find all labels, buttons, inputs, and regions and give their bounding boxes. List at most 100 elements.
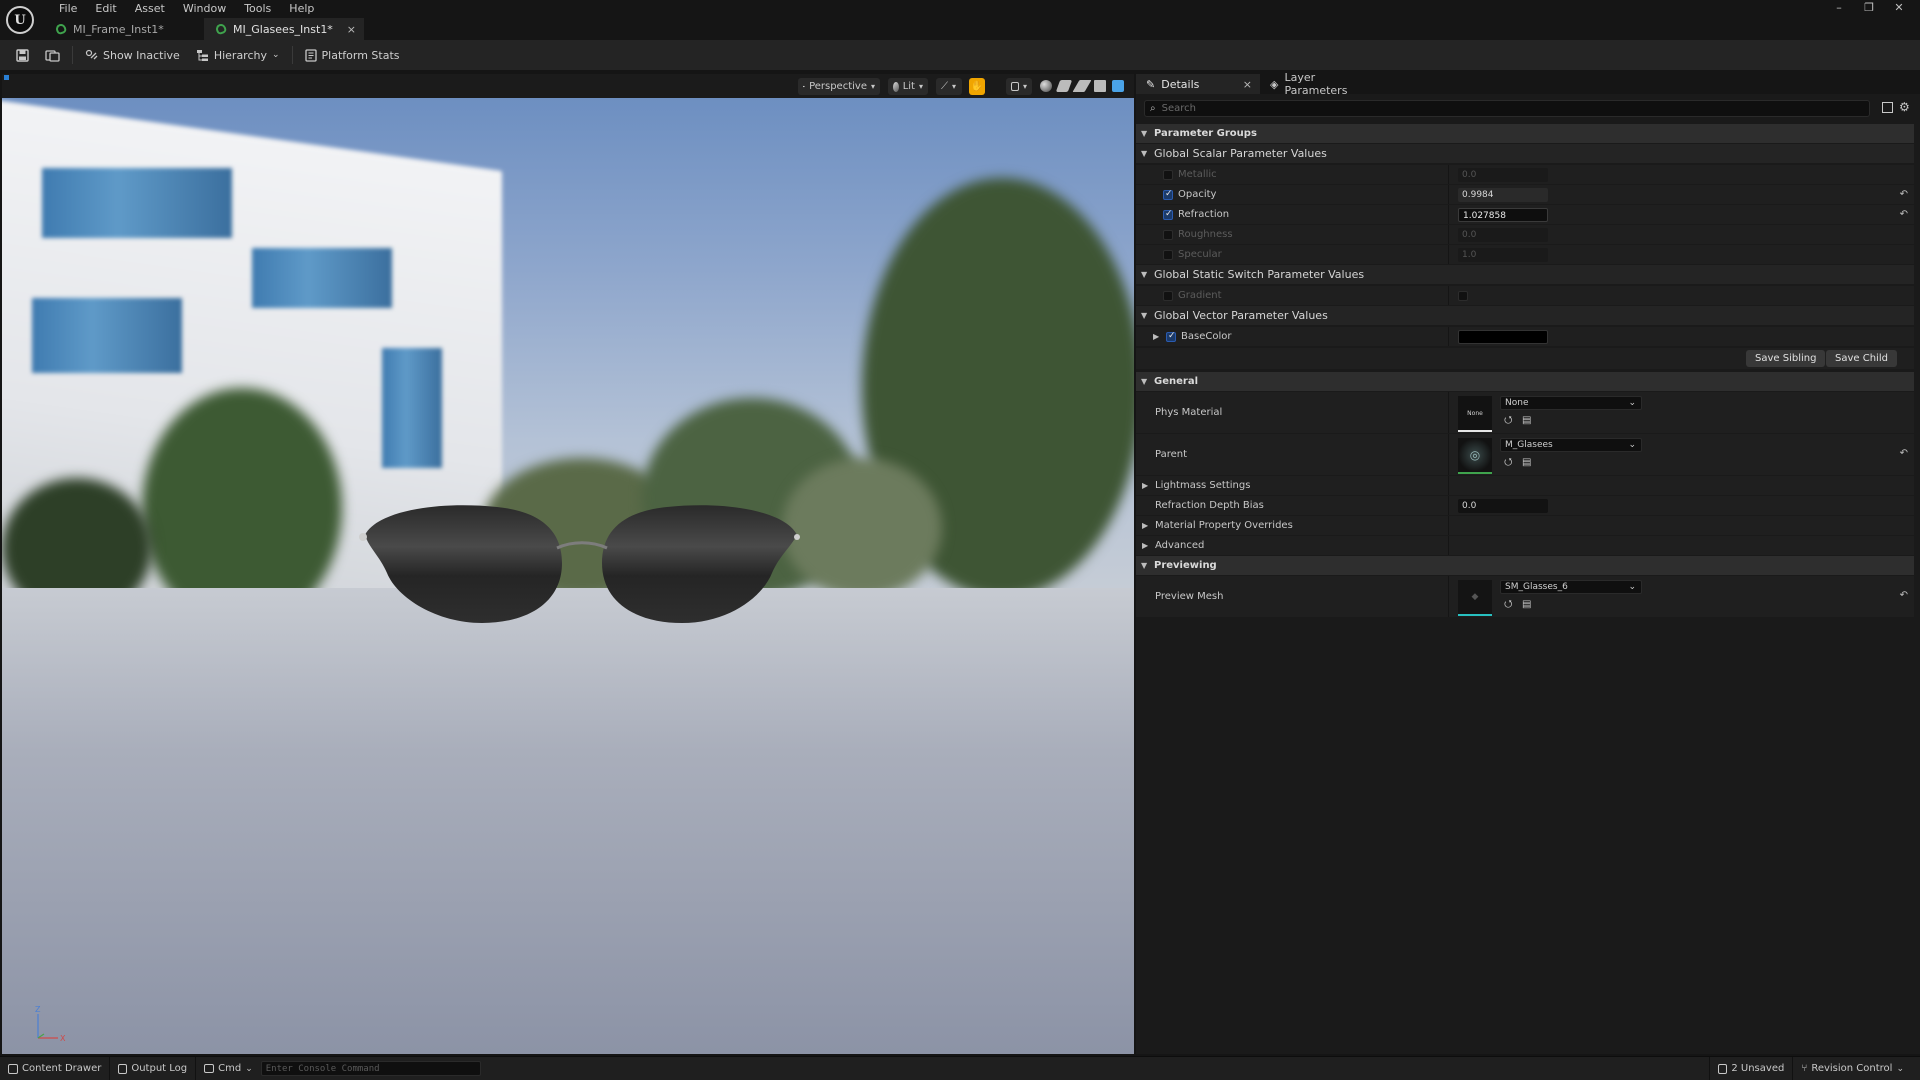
menu-asset[interactable]: Asset [126,1,174,17]
unsaved-label: 2 Unsaved [1731,1063,1785,1074]
preview-sphere-icon[interactable] [1040,80,1052,92]
use-selected-icon[interactable]: ⭯ [1504,599,1515,610]
sunglasses-preview-mesh [359,505,800,623]
platform-stats-icon [304,48,317,62]
browse-button[interactable] [37,43,68,67]
tab-mi-frame-inst1[interactable]: MI_Frame_Inst1* [44,18,204,40]
category-general[interactable]: ▼ General [1136,372,1914,392]
settings-gear-icon[interactable]: ⚙ [1899,100,1910,114]
override-checkbox[interactable] [1163,189,1173,200]
browse-folder-icon[interactable]: ▤ [1522,599,1533,610]
reset-to-default-icon[interactable]: ↶ [1900,189,1908,200]
close-window-button[interactable]: ✕ [1884,0,1914,16]
category-previewing[interactable]: ▼ Previewing [1136,556,1914,576]
group-global-vector[interactable]: ▼ Global Vector Parameter Values [1136,306,1914,326]
roughness-value-field[interactable]: 0.0 [1458,228,1548,242]
category-parameter-groups[interactable]: ▼ Parameter Groups [1136,124,1914,144]
use-selected-icon[interactable]: ⭯ [1504,415,1515,426]
parent-material-thumbnail[interactable]: ◎ [1458,438,1492,474]
prop-advanced[interactable]: ▶ Advanced [1136,536,1914,556]
material-instance-icon [54,22,68,36]
preview-mesh-thumbnail[interactable]: ◆ [1458,580,1492,616]
expand-arrow-icon: ▶ [1142,541,1149,550]
unsaved-button[interactable]: 2 Unsaved [1710,1057,1792,1080]
parent-combo[interactable]: M_Glasees ⌄ [1500,438,1642,452]
refraction-depth-bias-field[interactable]: 0.0 [1458,499,1548,513]
prop-name: Refraction Depth Bias [1155,500,1264,511]
axis-z-label: Z [35,1006,41,1014]
preview-plane-icon[interactable] [1072,80,1092,92]
expand-arrow-icon[interactable]: ▶ [1153,332,1159,341]
show-inactive-icon [85,49,98,60]
menu-tools[interactable]: Tools [235,1,280,17]
gradient-value-checkbox[interactable] [1458,291,1468,301]
prop-material-property-overrides[interactable]: ▶ Material Property Overrides [1136,516,1914,536]
close-tab-icon[interactable]: × [347,23,356,36]
browse-folder-icon[interactable]: ▤ [1522,415,1533,426]
console-command-input[interactable] [260,1061,481,1076]
use-selected-icon[interactable]: ⭯ [1504,457,1515,468]
menu-edit[interactable]: Edit [86,1,125,17]
tab-layer-parameters[interactable]: ◈ Layer Parameters [1260,71,1390,97]
override-checkbox[interactable] [1163,170,1173,180]
save-button[interactable] [8,43,37,67]
hierarchy-button[interactable]: Hierarchy ⌄ [188,43,288,67]
save-sibling-button[interactable]: Save Sibling [1746,350,1826,367]
platform-stats-button[interactable]: Platform Stats [297,43,408,67]
override-checkbox[interactable] [1163,250,1173,260]
revision-control-button[interactable]: ⑂ Revision Control ⌄ [1793,1057,1912,1080]
prop-parent: Parent ◎ M_Glasees ⌄ ⭯ ▤ ↶ [1136,434,1914,476]
collapse-arrow-icon: ▼ [1141,129,1148,138]
metallic-value-field[interactable]: 0.0 [1458,168,1548,182]
menu-help[interactable]: Help [280,1,323,17]
param-specular: Specular 1.0 [1136,245,1914,265]
show-inactive-button[interactable]: Show Inactive [77,43,188,67]
output-log-button[interactable]: Output Log [110,1057,195,1080]
lit-dropdown[interactable]: Lit ▾ [888,78,928,95]
restore-button[interactable]: ❐ [1854,0,1884,16]
content-drawer-button[interactable]: Content Drawer [0,1057,109,1080]
override-checkbox[interactable] [1166,331,1176,342]
reset-to-default-icon[interactable]: ↶ [1900,209,1908,220]
search-input[interactable] [1161,103,1842,114]
minimize-button[interactable]: – [1824,0,1854,16]
collapse-arrow-icon: ▼ [1141,270,1148,279]
close-tab-icon[interactable]: × [1243,78,1252,91]
menu-file[interactable]: File [50,1,86,17]
prop-lightmass-settings[interactable]: ▶ Lightmass Settings [1136,476,1914,496]
group-global-static-switch[interactable]: ▼ Global Static Switch Parameter Values [1136,265,1914,285]
save-child-button[interactable]: Save Child [1826,350,1897,367]
realtime-toggle[interactable]: ✋ [969,78,985,95]
browse-folder-icon[interactable]: ▤ [1522,457,1533,468]
preview-cube-icon[interactable] [1094,80,1106,92]
reset-to-default-icon[interactable]: ↶ [1900,590,1908,601]
unreal-logo-icon[interactable]: U [6,6,34,34]
chevron-down-icon: ⌄ [245,1063,253,1074]
tab-details[interactable]: ✎ Details × [1136,74,1260,94]
search-icon: ⌕ [1150,103,1156,114]
group-global-scalar[interactable]: ▼ Global Scalar Parameter Values [1136,144,1914,164]
show-flags-dropdown[interactable]: ⟋ ▾ [936,78,962,95]
reset-to-default-icon[interactable]: ↶ [1900,448,1908,459]
cmd-dropdown[interactable]: Cmd ⌄ [196,1057,261,1080]
prop-name: Phys Material [1155,407,1223,418]
phys-material-thumbnail[interactable]: None [1458,396,1492,432]
preview-cylinder-icon[interactable] [1055,80,1073,92]
specular-value-field[interactable]: 1.0 [1458,248,1548,262]
table-view-icon[interactable] [1882,102,1893,113]
opacity-value-field[interactable]: 0.9984 [1458,188,1548,202]
viewport-options-icon[interactable] [4,75,9,80]
tab-mi-glasees-inst1[interactable]: MI_Glasees_Inst1* × [204,18,364,40]
override-checkbox[interactable] [1163,209,1173,220]
menu-window[interactable]: Window [174,1,235,17]
viewport[interactable]: Perspective ▾ Lit ▾ ⟋ ▾ ✋ ▾ Z X [2,74,1134,1054]
refraction-value-field[interactable]: 1.027858 [1458,208,1548,222]
preview-background-dropdown[interactable]: ▾ [1006,78,1032,95]
preview-mesh-icon[interactable] [1112,80,1124,92]
perspective-dropdown[interactable]: Perspective ▾ [798,78,880,95]
preview-mesh-combo[interactable]: SM_Glasses_6 ⌄ [1500,580,1642,594]
basecolor-swatch[interactable] [1458,330,1548,344]
override-checkbox[interactable] [1163,291,1173,301]
override-checkbox[interactable] [1163,230,1173,240]
phys-material-combo[interactable]: None ⌄ [1500,396,1642,410]
